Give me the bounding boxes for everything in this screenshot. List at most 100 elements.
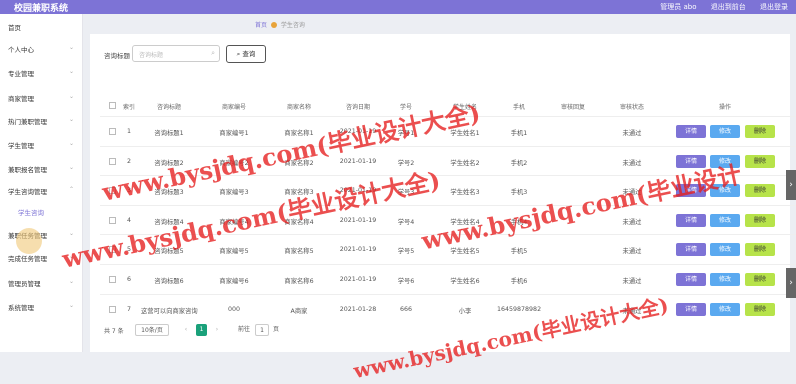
table-cell: 2 [126,157,131,165]
table-cell: 1 [126,128,131,135]
detail-button[interactable]: 详情 [676,243,706,257]
scroll-right-arrow-icon-2[interactable]: › [786,268,796,298]
logout-link[interactable]: 退出登录 [760,3,788,11]
table-cell: 未通过 [622,278,642,285]
chevron-icon: ⌄ [68,44,74,51]
sidebar-item-1[interactable]: 个人中心 ⌄ [8,44,80,54]
column-header: 审核回复 [560,104,585,111]
sidebar-item-label: 兼职报名管理 [8,166,47,174]
sidebar-item-label: 管理员管理 [8,280,41,288]
edit-button[interactable]: 修改 [710,243,740,257]
chevron-icon: ⌃ [68,186,74,193]
search-placeholder: 咨询标题 [139,52,164,59]
table-cell: 未通过 [622,218,642,226]
sidebar-item-label: 专业管理 [8,70,34,78]
goto-page-input[interactable]: 1 [255,324,269,336]
sidebar-item-6[interactable]: 兼职报名管理 ⌄ [8,164,80,174]
sidebar-item-label: 系统管理 [8,304,34,312]
delete-button[interactable]: 删除 [745,125,775,138]
page-size-select[interactable]: 10条/页 [135,324,169,336]
detail-button[interactable]: 详情 [676,302,706,316]
cursor-highlight [16,228,42,254]
scroll-right-arrow-icon[interactable]: › [786,170,796,200]
delete-button[interactable]: 删除 [745,243,775,257]
breadcrumb-separator-icon [270,22,277,28]
next-page-icon[interactable]: › [212,324,222,336]
sidebar-item-11[interactable]: 管理员管理 ⌄ [8,278,80,288]
search-input[interactable]: 咨询标题 ⌕ [132,45,220,62]
table-cell: 未通过 [622,159,642,167]
detail-button[interactable]: 详情 [676,273,706,286]
edit-button[interactable]: 修改 [710,273,740,286]
table-cell: 这营可以向商家咨询 [141,307,198,315]
column-header: 商家编号 [221,104,246,111]
row-checkbox[interactable] [109,128,116,135]
back-to-front-link[interactable]: 退出到前台 [711,3,746,11]
sidebar-item-2[interactable]: 专业管理 ⌄ [8,68,80,78]
table-cell: 手机5 [510,248,528,256]
row-checkbox[interactable] [109,216,116,224]
goto-label: 前往 [237,326,250,333]
column-header: 审核状态 [619,104,644,111]
row-checkbox[interactable] [109,157,116,165]
chevron-icon: ⌄ [68,93,74,100]
table-cell: 学生姓名6 [450,278,480,285]
user-label: 管理员 abo [660,3,697,11]
table-cell: 商家编号1 [219,130,249,137]
table-cell: 2021-01-19 [339,157,377,165]
table-cell: 手机2 [510,159,528,167]
sidebar-item-label: 学生管理 [8,142,34,150]
sidebar-item-8[interactable]: 学生咨询 [18,207,90,217]
detail-button[interactable]: 详情 [676,125,706,138]
breadcrumb: 首页 学生咨询 [255,20,305,29]
table-row: 6 咨询标题6 商家编号6 商家名称6 2021-01-19 学号6 学生姓名6 手机6 未通过… [100,264,796,293]
table-cell: 商家名称6 [284,278,314,285]
query-button[interactable]: ⌕ 查询 [226,45,266,63]
sidebar-item-label: 热门兼职管理 [8,118,47,126]
sidebar-item-label: 首页 [8,24,21,32]
edit-button[interactable]: 修改 [710,302,740,316]
table-cell: 学生姓名2 [450,159,480,167]
search-label: 咨询标题 [104,52,130,60]
select-all-checkbox[interactable] [109,102,116,109]
chevron-icon: ⌄ [68,116,74,123]
detail-button[interactable]: 详情 [676,213,706,227]
page-1-button[interactable]: 1 [196,324,207,336]
table-cell: 学生姓名3 [450,189,480,197]
chevron-icon: ⌄ [68,68,74,75]
breadcrumb-home[interactable]: 首页 [255,22,267,29]
table-cell: 手机6 [510,278,528,285]
table-cell: 商家编号3 [219,189,249,197]
column-header: 商家名称 [286,104,311,111]
table-cell: A商家 [290,307,308,315]
table-cell: 商家编号6 [219,278,249,285]
column-header: 操作 [718,104,731,111]
delete-button[interactable]: 删除 [745,302,775,316]
table-cell: 商家名称5 [284,248,314,256]
edit-button[interactable]: 修改 [710,213,740,227]
edit-button[interactable]: 修改 [710,125,740,138]
table-cell: 2021-01-19 [339,216,377,224]
breadcrumb-current: 学生咨询 [280,22,305,29]
search-icon: ⌕ [211,49,215,57]
table-cell: 未通过 [622,130,642,137]
sidebar-item-3[interactable]: 商家管理 ⌄ [8,93,80,103]
sidebar-item-7[interactable]: 学生咨询管理 ⌃ [8,186,80,196]
sidebar-item-4[interactable]: 热门兼职管理 ⌄ [8,116,80,126]
sidebar-item-label: 完成任务管理 [8,255,47,263]
delete-button[interactable]: 删除 [745,213,775,227]
prev-page-icon[interactable]: ‹ [181,324,191,336]
delete-button[interactable]: 删除 [745,154,775,168]
delete-button[interactable]: 删除 [745,273,775,286]
query-icon: ⌕ [236,50,241,58]
chevron-icon: ⌄ [68,140,74,147]
sidebar-item-5[interactable]: 学生管理 ⌄ [8,140,80,150]
row-checkbox[interactable] [109,276,116,283]
table-cell: 7 [126,305,131,313]
sidebar-item-12[interactable]: 系统管理 ⌄ [8,302,80,312]
sidebar-item-0[interactable]: 首页 [8,22,80,32]
table-cell: 666 [399,305,413,313]
delete-button[interactable]: 删除 [745,184,775,198]
table-cell: 2021-01-19 [339,246,377,254]
row-checkbox[interactable] [109,305,116,313]
